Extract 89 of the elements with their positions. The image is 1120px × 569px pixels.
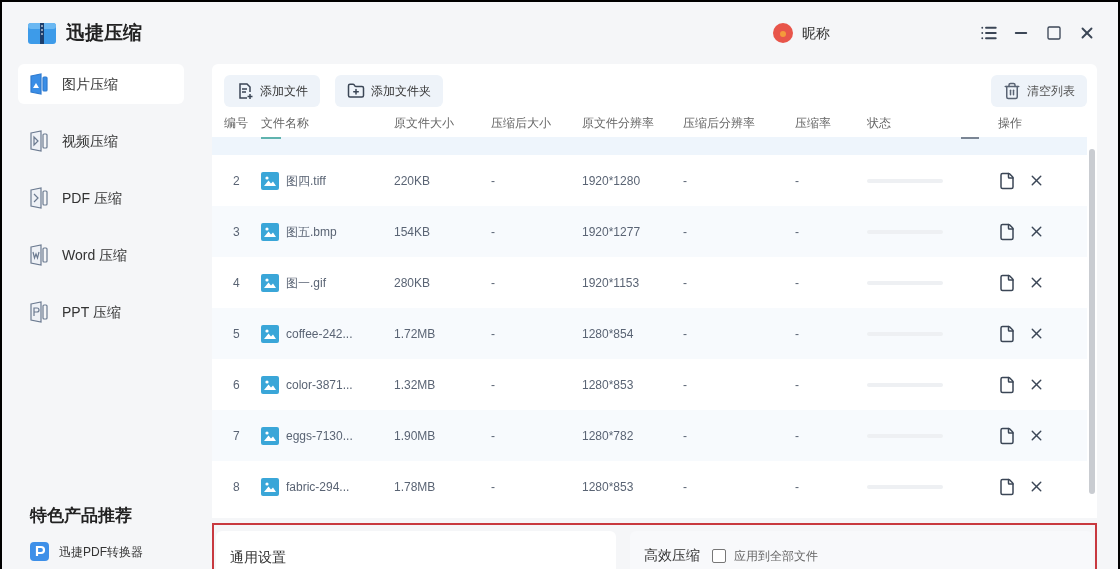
file-name: 图五.bmp [286, 223, 337, 241]
scrollbar-thumb[interactable] [1089, 149, 1095, 494]
avatar-icon[interactable] [772, 22, 794, 44]
sidebar-item[interactable]: 图片压缩 [18, 64, 184, 104]
column-header: 操作 [998, 116, 1022, 130]
image-file-icon [261, 477, 279, 496]
column-header: 状态 [867, 116, 891, 130]
compressed-size: - [491, 173, 495, 188]
app-title: 迅捷压缩 [66, 20, 142, 45]
original-resolution: 1280*853 [582, 377, 634, 392]
menu-icon[interactable] [980, 24, 998, 42]
clear-list-button[interactable]: 清空列表 [991, 75, 1087, 107]
trash-icon [1003, 82, 1021, 100]
compressed-size: - [491, 479, 495, 494]
image-file-icon [261, 375, 279, 394]
compression-ratio: - [795, 173, 799, 188]
original-size: 1.32MB [394, 377, 436, 392]
featured-title: 特色产品推荐 [28, 504, 133, 527]
file-name: eggs-7130... [286, 427, 353, 445]
original-size: 1.72MB [394, 326, 436, 341]
file-name: 图四.tiff [286, 172, 326, 190]
row-number: 8 [233, 479, 240, 494]
app-logo [28, 21, 56, 45]
row-number: 7 [233, 428, 240, 443]
compressed-size: - [491, 377, 495, 392]
compressed-resolution: - [683, 377, 687, 392]
compression-ratio: - [795, 275, 799, 290]
compressed-resolution: - [683, 479, 687, 494]
row-number: 6 [233, 377, 240, 392]
compressed-resolution: - [683, 275, 687, 290]
original-resolution: 1920*1277 [582, 224, 641, 239]
compressed-size: - [491, 224, 495, 239]
file-row[interactable]: 5 coffee-242... 1.72MB - 1280*854 - - [212, 308, 1087, 359]
compressed-size: - [491, 275, 495, 290]
file-name: 图一.gif [286, 274, 326, 292]
column-header: 压缩后大小 [491, 116, 551, 130]
compressed-size: - [491, 428, 495, 443]
compressed-resolution: - [683, 224, 687, 239]
column-header: 原文件分辨率 [582, 116, 654, 130]
compressed-resolution: - [683, 326, 687, 341]
original-size: 1.90MB [394, 428, 436, 443]
original-size: 154KB [394, 224, 431, 239]
original-size: 280KB [394, 275, 431, 290]
original-resolution: 1920*1153 [582, 275, 640, 290]
original-resolution: 1280*854 [582, 326, 634, 341]
file-name: color-3871... [286, 376, 353, 394]
compression-ratio: - [795, 326, 799, 341]
add-file-icon [236, 82, 254, 100]
file-row[interactable]: 7 eggs-7130... 1.90MB - 1280*782 - - [212, 410, 1087, 461]
column-header: 编号 [224, 116, 248, 130]
image-file-icon [261, 273, 279, 292]
row-number: 3 [233, 224, 240, 239]
file-name: fabric-294... [286, 478, 350, 496]
original-resolution: 1280*853 [582, 479, 634, 494]
product-icon [30, 542, 49, 561]
image-file-icon [261, 426, 279, 445]
section-title: 通用设置 [230, 549, 286, 565]
compression-ratio: - [795, 377, 799, 392]
compression-ratio: - [795, 479, 799, 494]
column-header: 压缩后分辨率 [683, 116, 755, 130]
column-header: 压缩率 [795, 116, 831, 130]
add-file-button[interactable]: 添加文件 [224, 75, 320, 107]
compressed-size: - [491, 326, 495, 341]
row-number: 2 [233, 173, 240, 188]
section-title: 高效压缩 [644, 546, 700, 565]
user-name[interactable]: 昵称 [802, 22, 830, 44]
compressed-resolution: - [683, 173, 687, 188]
checkbox[interactable] [712, 549, 726, 563]
add-folder-button[interactable]: 添加文件夹 [335, 75, 443, 107]
apply-all-checkbox[interactable]: 应用到全部文件 [712, 547, 818, 565]
featured-product[interactable]: 迅捷PDF转换器 [18, 542, 184, 561]
compression-ratio: - [795, 224, 799, 239]
row-number: 5 [233, 326, 240, 341]
compression-ratio: - [795, 428, 799, 443]
compressed-resolution: - [683, 428, 687, 443]
row-number: 4 [233, 275, 240, 290]
original-resolution: 1280*782 [582, 428, 634, 443]
original-resolution: 1920*1280 [582, 173, 641, 188]
image-file-icon [261, 324, 279, 343]
image-file-icon [261, 171, 279, 190]
original-size: 220KB [394, 173, 431, 188]
add-folder-icon [347, 82, 365, 100]
file-name: coffee-242... [286, 325, 353, 343]
column-header: 原文件大小 [394, 116, 454, 130]
original-size: 1.78MB [394, 479, 436, 494]
file-row[interactable]: 3 图五.bmp 154KB - 1920*1277 - - [212, 206, 1087, 257]
image-file-icon [261, 222, 279, 241]
maximize-icon[interactable] [1046, 25, 1062, 41]
column-header: 文件名称 [261, 116, 309, 130]
